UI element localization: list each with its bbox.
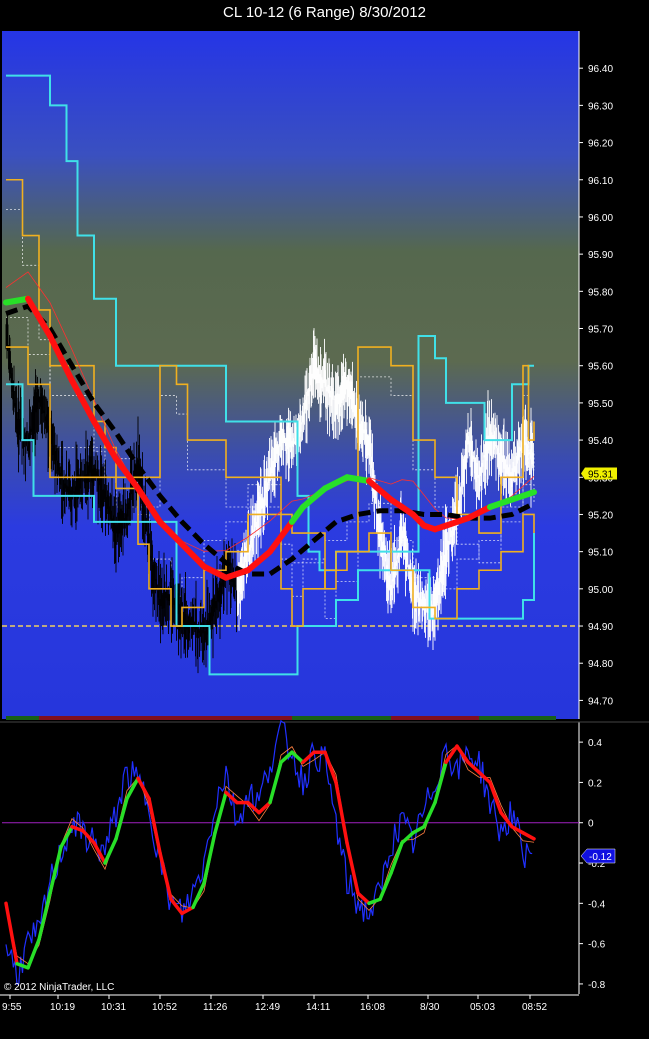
price-tick-label: 96.40 xyxy=(588,64,613,75)
price-tick-label: 95.90 xyxy=(588,250,613,261)
oscillator-value-badge: -0.12 xyxy=(580,848,616,864)
trend-strip-segment xyxy=(479,716,556,720)
osc-tick-label: 0.2 xyxy=(588,778,602,789)
time-tick-label: 10:52 xyxy=(152,1002,177,1013)
price-tick-label: 95.10 xyxy=(588,548,613,559)
time-tick-label: 14:11 xyxy=(306,1002,331,1013)
price-tick-label: 96.20 xyxy=(588,139,613,150)
time-axis: 9:55 10:19 10:31 10:52 11:26 12:49 14:11 16:08 8… xyxy=(2,995,547,1013)
time-tick-label: 08:52 xyxy=(522,1002,547,1013)
trend-color-strip xyxy=(6,716,556,720)
time-tick-label: 11:26 xyxy=(203,1002,228,1013)
trend-ma-up-segment xyxy=(344,474,372,484)
price-tick-label: 95.60 xyxy=(588,362,613,373)
time-tick-label: 8/30 xyxy=(420,1002,440,1013)
price-tick-label: 94.80 xyxy=(588,659,613,670)
last-price-label: 95.31 xyxy=(588,470,613,481)
price-tick-label: 95.50 xyxy=(588,399,613,410)
time-tick-label: 10:19 xyxy=(50,1002,75,1013)
time-tick-label: 05:03 xyxy=(470,1002,495,1013)
osc-tick-label: 0 xyxy=(588,819,594,830)
oscillator-axis: 0.40.20-0.2-0.4-0.6-0.8 xyxy=(579,738,606,991)
price-tick-label: 95.70 xyxy=(588,325,613,336)
price-tick-label: 95.40 xyxy=(588,436,613,447)
price-tick-label: 95.20 xyxy=(588,510,613,521)
price-tick-label: 96.10 xyxy=(588,176,613,187)
price-tick-label: 96.00 xyxy=(588,213,613,224)
osc-tick-label: -0.6 xyxy=(588,940,606,951)
osc-tick-label: 0.4 xyxy=(588,738,602,749)
price-tick-label: 95.00 xyxy=(588,585,613,596)
time-tick-label: 9:55 xyxy=(2,1002,22,1013)
price-axis: 96.40 96.30 96.20 96.10 96.00 95.90 95.80 95.70… xyxy=(579,64,613,707)
price-tick-label: 94.90 xyxy=(588,622,613,633)
trend-ma-up-segment xyxy=(3,295,31,306)
time-tick-label: 12:49 xyxy=(255,1002,280,1013)
time-tick-label: 16:08 xyxy=(360,1002,385,1013)
price-tick-label: 96.30 xyxy=(588,101,613,112)
trend-strip-segment xyxy=(292,716,391,720)
chart-canvas[interactable]: 96.40 96.30 96.20 96.10 96.00 95.90 95.80 95.70… xyxy=(0,0,649,1039)
price-tick-label: 95.80 xyxy=(588,287,613,298)
oscillator-value-label: -0.12 xyxy=(589,852,612,863)
time-tick-label: 10:31 xyxy=(101,1002,126,1013)
copyright-text: © 2012 NinjaTrader, LLC xyxy=(4,982,114,993)
osc-tick-label: -0.4 xyxy=(588,899,606,910)
trend-strip-segment xyxy=(39,716,292,720)
oscillator-panel-background xyxy=(2,726,579,994)
price-panel-background xyxy=(2,31,579,719)
price-tick-label: 94.70 xyxy=(588,696,613,707)
trend-strip-segment xyxy=(391,716,479,720)
last-price-badge: 95.31 xyxy=(581,467,617,481)
trend-strip-segment xyxy=(6,716,39,720)
osc-tick-label: -0.8 xyxy=(588,980,606,991)
